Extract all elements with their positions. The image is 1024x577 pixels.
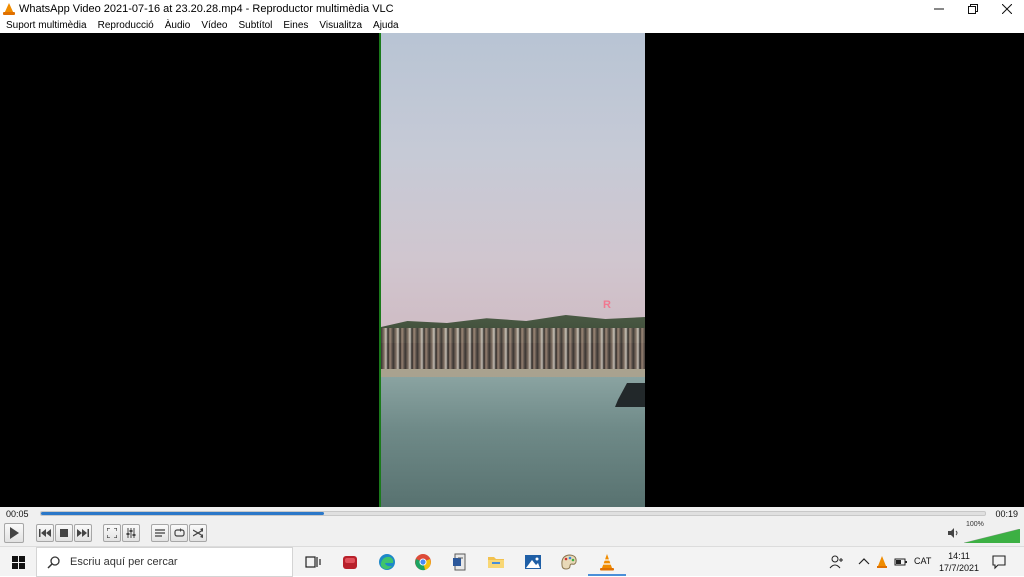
previous-icon [39,529,51,537]
photos-icon[interactable] [523,552,543,572]
volume-slider[interactable] [964,529,1020,543]
menu-view[interactable]: Visualitza [319,20,362,31]
edge-icon[interactable] [377,552,397,572]
menu-video[interactable]: Vídeo [201,20,227,31]
minimize-icon [934,8,944,9]
language-indicator[interactable]: CAT [914,556,931,566]
stop-button[interactable] [55,524,73,542]
equalizer-icon [126,528,136,538]
close-button[interactable] [990,0,1024,17]
app-red-icon[interactable] [340,552,360,572]
menu-tools[interactable]: Eines [283,20,308,31]
battery-icon[interactable] [894,556,908,568]
play-icon [10,527,19,539]
chrome-icon[interactable] [413,552,433,572]
start-button[interactable] [0,547,36,577]
people-icon[interactable] [829,554,845,570]
playlist-button[interactable] [151,524,169,542]
vlc-logo-icon [3,2,15,15]
menu-media[interactable]: Suport multimèdia [6,20,87,31]
next-icon [77,529,89,537]
office-icon[interactable] [450,552,470,572]
loop-icon [173,528,185,537]
restore-button[interactable] [956,0,990,17]
file-explorer-icon[interactable] [486,552,506,572]
windows-taskbar: CAT 14:11 17/7/2021 [0,546,1024,577]
video-frame: R [379,33,645,507]
loop-button[interactable] [170,524,188,542]
extended-settings-button[interactable] [122,524,140,542]
menu-subtitle[interactable]: Subtítol [238,20,272,31]
menu-help[interactable]: Ajuda [373,20,399,31]
neon-sign-glyph: R [603,299,611,311]
volume-percent: 100% [966,521,984,528]
window-title: WhatsApp Video 2021-07-16 at 23.20.28.mp… [19,2,394,15]
seek-progress [41,512,325,515]
vlc-icon[interactable] [597,552,617,572]
shuffle-icon [193,528,203,538]
windows-logo-icon [11,555,25,569]
vlc-tray-icon[interactable] [875,555,889,569]
menu-bar: Suport multimèdia Reproducció Àudio Víde… [0,17,1024,33]
seek-row: 00:05 00:19 [0,507,1024,521]
seek-slider[interactable] [40,511,986,516]
paint-icon[interactable] [559,552,579,572]
search-input[interactable] [70,556,270,568]
minimize-button[interactable] [922,0,956,17]
play-button[interactable] [4,523,24,543]
clock-date: 17/7/2021 [938,563,980,573]
previous-button[interactable] [36,524,54,542]
playlist-icon [155,529,165,537]
fullscreen-icon [107,528,117,538]
playback-controls: 100% [0,521,1024,546]
stop-icon [60,529,68,537]
title-bar: WhatsApp Video 2021-07-16 at 23.20.28.mp… [0,0,1024,17]
shuffle-button[interactable] [189,524,207,542]
menu-audio[interactable]: Àudio [165,20,191,31]
taskbar-search[interactable] [36,547,293,577]
system-clock[interactable]: 14:11 17/7/2021 [936,550,982,574]
clock-time: 14:11 [948,551,970,561]
notifications-icon[interactable] [991,554,1007,570]
fullscreen-button[interactable] [103,524,121,542]
elapsed-time: 00:05 [6,509,29,519]
total-time: 00:19 [995,509,1018,519]
next-button[interactable] [74,524,92,542]
task-view-icon[interactable] [303,552,323,572]
menu-playback[interactable]: Reproducció [98,20,154,31]
search-icon [47,555,60,569]
chevron-up-icon[interactable] [858,556,870,568]
speaker-icon[interactable] [948,528,960,538]
video-canvas[interactable]: R [0,33,1024,507]
restore-icon [968,3,978,14]
close-icon [1002,3,1012,14]
